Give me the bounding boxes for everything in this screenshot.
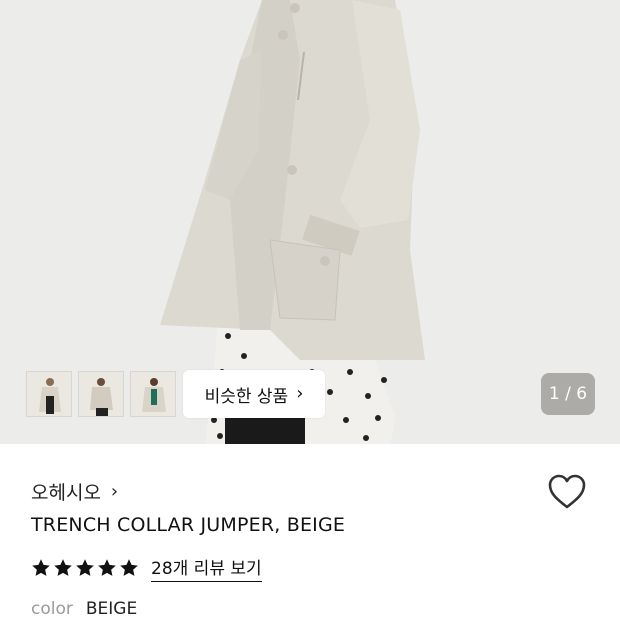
star-filled-icon [54, 559, 72, 576]
heart-outline-icon[interactable] [548, 474, 586, 510]
chevron-right-icon: › [296, 383, 304, 404]
star-filled-icon [32, 559, 50, 576]
brand-name: 오헤시오 [31, 482, 101, 504]
thumbnail-strip [26, 371, 176, 417]
color-value: BEIGE [85, 599, 138, 619]
thumbnail-2[interactable] [78, 371, 124, 417]
color-label: color [31, 599, 73, 619]
thumbnail-1[interactable] [26, 371, 72, 417]
rating-row: 28개 리뷰 보기 [31, 554, 262, 582]
color-row: color BEIGE [31, 599, 137, 619]
star-filled-icon [76, 559, 94, 576]
star-filled-icon [120, 559, 138, 576]
product-title: TRENCH COLLAR JUMPER, BEIGE [31, 514, 346, 536]
thumbnail-3[interactable] [130, 371, 176, 417]
review-link[interactable]: 28개 리뷰 보기 [151, 554, 262, 582]
similar-products-button[interactable]: 비슷한 상품 › [183, 370, 325, 418]
similar-products-label: 비슷한 상품 [204, 386, 289, 407]
product-image-gallery[interactable]: 비슷한 상품 › 1 / 6 [0, 0, 620, 444]
brand-link[interactable]: 오헤시오 › [31, 478, 118, 505]
chevron-right-icon: › [110, 481, 119, 502]
image-counter: 1 / 6 [541, 373, 595, 415]
rating-stars [31, 558, 139, 578]
star-filled-icon [98, 559, 116, 576]
